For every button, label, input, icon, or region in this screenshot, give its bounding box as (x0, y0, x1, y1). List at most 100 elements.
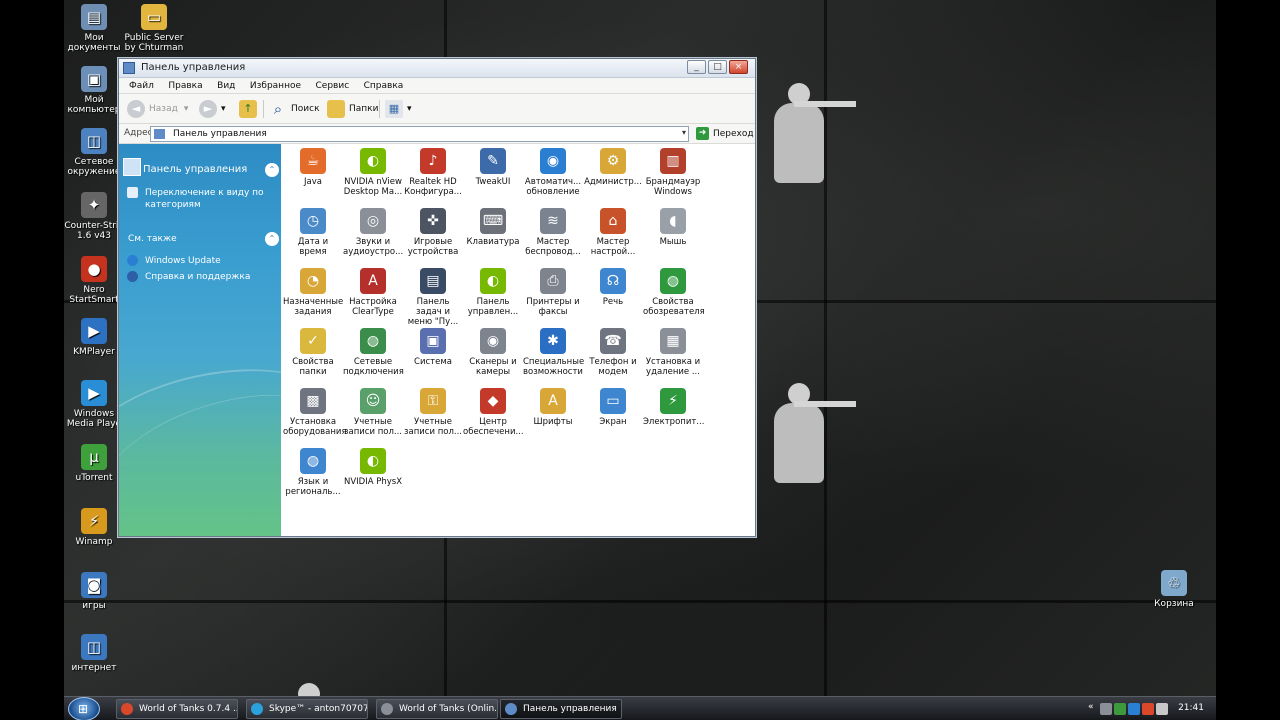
control-panel-item[interactable]: ✎ TweakUI (463, 148, 523, 187)
control-panel-item-label: Мастер настрой... (590, 237, 636, 257)
control-panel-item[interactable]: ☊ Речь (583, 268, 643, 307)
clock[interactable]: 21:41 (1178, 703, 1204, 713)
network-setup-icon: ⌂ (600, 208, 626, 234)
control-panel-item[interactable]: ▭ Экран (583, 388, 643, 427)
forward-dropdown-icon[interactable]: ▾ (221, 104, 226, 114)
printers-icon: ⎙ (540, 268, 566, 294)
up-button[interactable]: ↑ (239, 98, 261, 120)
minimize-button[interactable]: _ (687, 60, 706, 74)
control-panel-item[interactable]: ▣ Система (403, 328, 463, 367)
help-support-link[interactable]: Справка и поддержка (127, 271, 250, 283)
taskbar-task-label: Skype™ - anton707070 (269, 704, 368, 714)
desktop-icon-item[interactable]: µ uTorrent (62, 444, 126, 483)
control-panel-item[interactable]: ▦ Установка и удаление ... (643, 328, 703, 377)
control-panel-item[interactable]: ▩ Установка оборудования (283, 388, 347, 437)
control-panel-item[interactable]: ☎ Телефон и модем (583, 328, 643, 377)
regional-icon: ◍ (300, 448, 326, 474)
control-panel-item[interactable]: ⌨ Клавиатура (463, 208, 523, 247)
desktop-icon-item[interactable]: ▶ Windows Media Playe (62, 380, 126, 429)
help-support-label: Справка и поддержка (145, 272, 251, 282)
collapse-icon[interactable]: ⌃ (265, 232, 279, 246)
desktop-icon-item[interactable]: ▭ Public Server by Chturman (122, 4, 186, 53)
control-panel-item[interactable]: ▤ Панель задач и меню "Пу... (403, 268, 463, 327)
control-panel-item[interactable]: ⌂ Мастер настрой... (583, 208, 643, 257)
tray-expand-icon[interactable]: « (1088, 702, 1094, 712)
menu-file[interactable]: Файл (129, 78, 154, 94)
views-button[interactable]: ▦ ▾ (385, 98, 412, 120)
taskbar-task-button[interactable]: World of Tanks (Onlin... (376, 699, 498, 719)
folders-button[interactable]: Папки (327, 98, 378, 120)
menu-tools[interactable]: Сервис (316, 78, 350, 94)
control-panel-item[interactable]: ✱ Специальные возможности (523, 328, 584, 377)
taskbar-task-button[interactable]: Панель управления (500, 699, 622, 719)
control-panel-item[interactable]: A Настройка ClearType (343, 268, 403, 317)
back-button[interactable]: ◄ Назад ▾ (127, 98, 188, 120)
control-panel-item[interactable]: ◉ Сканеры и камеры (463, 328, 523, 377)
control-panel-item[interactable]: ◐ Панель управлен... (463, 268, 523, 317)
desktop-icon-item[interactable]: ▣ Мой компьютер (62, 66, 126, 115)
views-dropdown-icon[interactable]: ▾ (407, 104, 412, 114)
control-panel-item[interactable]: ◆ Центр обеспечени... (463, 388, 524, 437)
desktop-icon-item[interactable]: ▶ KMPlayer (62, 318, 126, 357)
back-dropdown-icon[interactable]: ▾ (184, 104, 189, 114)
control-panel-window: Панель управления _ □ × Файл Правка Вид … (118, 58, 756, 537)
control-panel-item[interactable]: ◐ NVIDIA PhysX (343, 448, 403, 487)
collapse-icon[interactable]: ⌃ (265, 163, 279, 177)
menu-help[interactable]: Справка (364, 78, 404, 94)
menu-edit[interactable]: Правка (168, 78, 202, 94)
control-panel-item[interactable]: ⚿ Учетные записи пол... (403, 388, 463, 437)
search-button[interactable]: ⌕ Поиск (269, 98, 320, 120)
start-button[interactable]: ⊞ (68, 697, 100, 720)
control-panel-item[interactable]: ◍ Язык и региональ... (283, 448, 343, 497)
control-panel-item[interactable]: ✓ Свойства папки (283, 328, 343, 377)
tray-icon[interactable] (1142, 703, 1154, 715)
computer-icon: ▣ (81, 66, 107, 92)
maximize-button[interactable]: □ (708, 60, 727, 74)
control-panel-item[interactable]: A Шрифты (523, 388, 583, 427)
tray-icon[interactable] (1128, 703, 1140, 715)
desktop-icon-item[interactable]: ◫ интернет (62, 634, 126, 673)
control-panel-item[interactable]: ◎ Звуки и аудиоустро... (343, 208, 403, 257)
address-dropdown-icon[interactable]: ▾ (682, 128, 686, 137)
taskbar-task-button[interactable]: Skype™ - anton707070 (246, 699, 368, 719)
title-bar[interactable]: Панель управления _ □ × (119, 59, 755, 78)
desktop-icon-item[interactable]: ▤ Мои документы (62, 4, 126, 53)
admin-tools-icon: ⚙ (600, 148, 626, 174)
control-panel-item[interactable]: ☺ Учетные записи пол... (343, 388, 403, 437)
menu-view[interactable]: Вид (217, 78, 235, 94)
control-panel-item[interactable]: ⚡ Электропит... (643, 388, 704, 427)
address-input[interactable]: Панель управления ▾ (150, 126, 689, 142)
control-panel-item[interactable]: ▥ Брандмауэр Windows (643, 148, 703, 197)
control-panel-item[interactable]: ◖ Мышь (643, 208, 703, 247)
control-panel-item[interactable]: ◷ Дата и время (283, 208, 343, 257)
control-panel-item[interactable]: ◍ Сетевые подключения (343, 328, 404, 377)
desktop-icon-item[interactable]: ⚡ Winamp (62, 508, 126, 547)
control-panel-item[interactable]: ♪ Realtek HD Конфигура... (403, 148, 463, 197)
switch-category-view-link[interactable]: Переключение к виду по категориям (127, 187, 277, 211)
control-panel-item[interactable]: ◍ Свойства обозревателя (643, 268, 705, 317)
windows-update-link[interactable]: Windows Update (127, 255, 221, 267)
go-button[interactable]: ➜ Переход (696, 127, 754, 140)
forward-button[interactable]: ► ▾ (199, 98, 226, 120)
menu-favorites[interactable]: Избранное (250, 78, 301, 94)
desktop-icon-item[interactable]: ◙ игры (62, 572, 126, 611)
network-connections-icon: ◍ (360, 328, 386, 354)
desktop-icon-label: интернет (71, 663, 117, 673)
control-panel-item[interactable]: ✜ Игровые устройства (403, 208, 463, 257)
control-panel-item[interactable]: ☕ Java (283, 148, 343, 187)
control-panel-item[interactable]: ◉ Автоматич... обновление (523, 148, 583, 197)
desktop-icon-item[interactable]: ◫ Сетевое окружение (62, 128, 126, 177)
control-panel-item[interactable]: ◔ Назначенные задания (283, 268, 343, 317)
control-panel-item[interactable]: ◐ NVIDIA nView Desktop Ma... (343, 148, 403, 197)
taskbar-task-button[interactable]: World of Tanks 0.7.4 ... (116, 699, 238, 719)
tray-icon[interactable] (1114, 703, 1126, 715)
tray-icon[interactable] (1100, 703, 1112, 715)
control-panel-item[interactable]: ⎙ Принтеры и факсы (523, 268, 583, 317)
tray-icon[interactable] (1156, 703, 1168, 715)
control-panel-item[interactable]: ⚙ Администр... (583, 148, 643, 187)
desktop-icon-item[interactable]: ● Nero StartSmart (62, 256, 126, 305)
desktop-icon-item[interactable]: ✦ Counter-Strik 1.6 v43 (62, 192, 126, 241)
close-button[interactable]: × (729, 60, 748, 74)
control-panel-item[interactable]: ≋ Мастер беспровод... (523, 208, 583, 257)
recycle-bin[interactable]: ♲ Корзина (1142, 570, 1206, 609)
